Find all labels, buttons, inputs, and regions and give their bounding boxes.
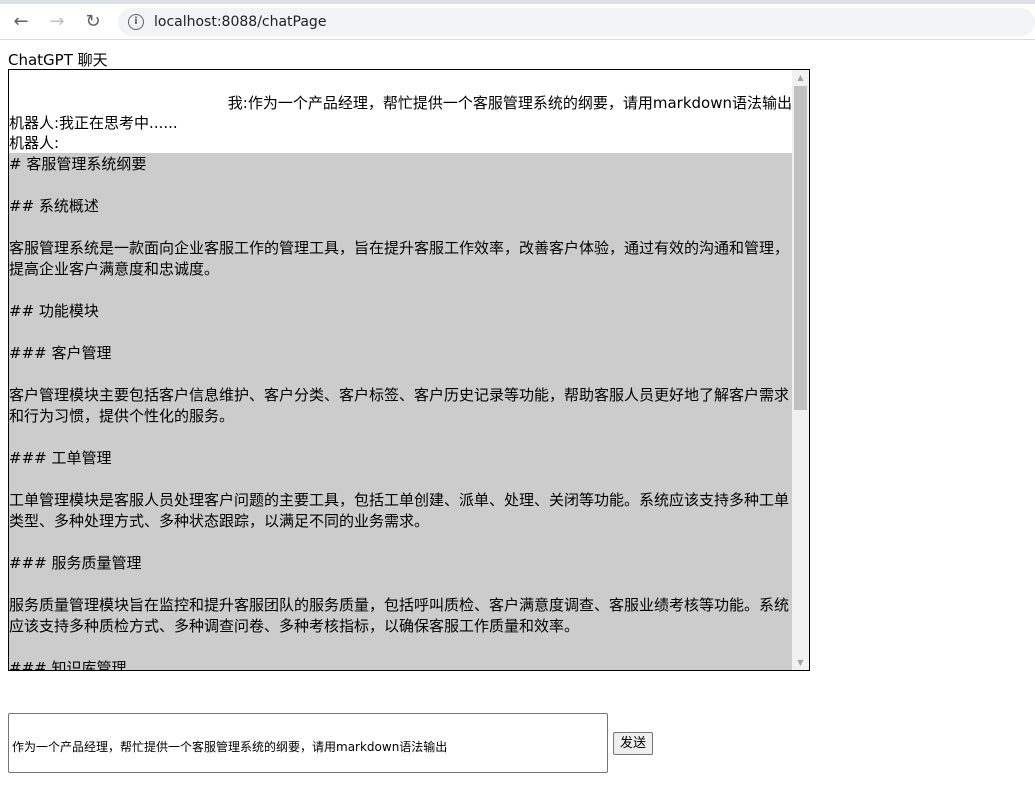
info-icon[interactable]: i <box>128 13 144 30</box>
browser-toolbar: ← → ↻ i localhost:8088/chatPage <box>0 4 1035 40</box>
user-message: 我:作为一个产品经理，帮忙提供一个客服管理系统的纲要，请用markdown语法输… <box>227 94 792 112</box>
address-bar[interactable]: i localhost:8088/chatPage <box>118 7 1035 36</box>
reload-icon[interactable]: ↻ <box>78 11 108 32</box>
forward-icon[interactable]: → <box>42 11 72 32</box>
message-input[interactable]: 作为一个产品经理，帮忙提供一个客服管理系统的纲要，请用markdown语法输出 <box>8 713 608 773</box>
bot-label: 机器人: <box>9 134 60 152</box>
scroll-down-icon[interactable]: ▼ <box>792 658 809 667</box>
page-title: ChatGPT 聊天 <box>8 51 108 69</box>
scrollbar-thumb[interactable] <box>794 86 807 410</box>
chat-log[interactable]: 我:作为一个产品经理，帮忙提供一个客服管理系统的纲要，请用markdown语法输… <box>8 69 810 671</box>
url-text: localhost:8088/chatPage <box>154 13 327 30</box>
scroll-up-icon[interactable]: ▲ <box>792 73 809 82</box>
send-button[interactable]: 发送 <box>613 732 654 755</box>
bot-thinking-message: 机器人:我正在思考中...... <box>9 114 178 132</box>
bot-markdown-response: # 客服管理系统纲要 ## 系统概述 客服管理系统是一款面向企业客服工作的管理工… <box>9 153 792 670</box>
back-icon[interactable]: ← <box>6 11 36 32</box>
chat-scrollbar[interactable]: ▲ ▼ <box>792 70 809 670</box>
